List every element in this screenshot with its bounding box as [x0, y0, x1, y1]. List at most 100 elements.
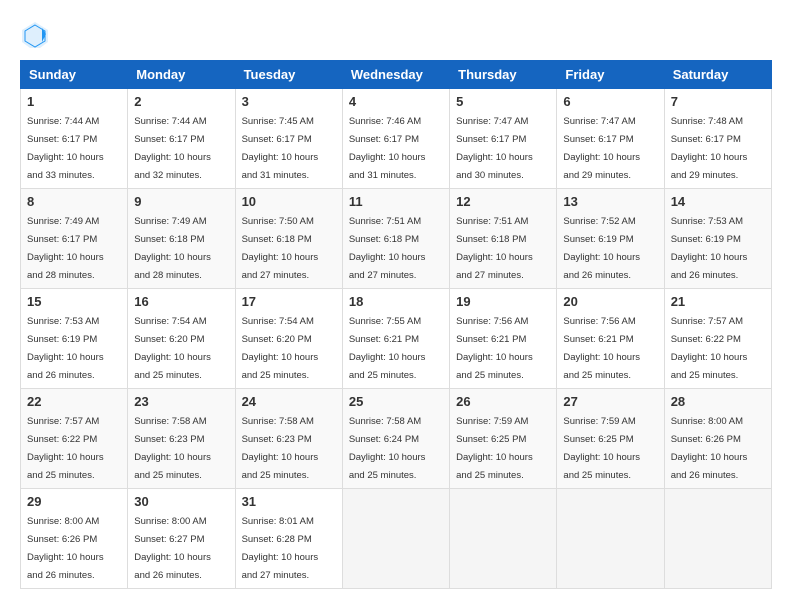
header-saturday: Saturday [664, 61, 771, 89]
calendar-cell: 6 Sunrise: 7:47 AMSunset: 6:17 PMDayligh… [557, 89, 664, 189]
header-friday: Friday [557, 61, 664, 89]
day-number: 7 [671, 94, 765, 109]
day-info: Sunrise: 7:49 AMSunset: 6:17 PMDaylight:… [27, 216, 104, 281]
calendar-cell: 5 Sunrise: 7:47 AMSunset: 6:17 PMDayligh… [450, 89, 557, 189]
day-info: Sunrise: 7:44 AMSunset: 6:17 PMDaylight:… [134, 116, 211, 181]
calendar-cell: 2 Sunrise: 7:44 AMSunset: 6:17 PMDayligh… [128, 89, 235, 189]
day-number: 31 [242, 494, 336, 509]
calendar-cell: 21 Sunrise: 7:57 AMSunset: 6:22 PMDaylig… [664, 289, 771, 389]
calendar-table: SundayMondayTuesdayWednesdayThursdayFrid… [20, 60, 772, 589]
calendar-cell: 12 Sunrise: 7:51 AMSunset: 6:18 PMDaylig… [450, 189, 557, 289]
day-number: 26 [456, 394, 550, 409]
day-info: Sunrise: 7:51 AMSunset: 6:18 PMDaylight:… [456, 216, 533, 281]
calendar-cell: 4 Sunrise: 7:46 AMSunset: 6:17 PMDayligh… [342, 89, 449, 189]
calendar-cell [342, 489, 449, 589]
calendar-cell: 11 Sunrise: 7:51 AMSunset: 6:18 PMDaylig… [342, 189, 449, 289]
day-info: Sunrise: 8:01 AMSunset: 6:28 PMDaylight:… [242, 516, 319, 581]
day-info: Sunrise: 7:51 AMSunset: 6:18 PMDaylight:… [349, 216, 426, 281]
day-number: 9 [134, 194, 228, 209]
day-info: Sunrise: 7:47 AMSunset: 6:17 PMDaylight:… [456, 116, 533, 181]
day-number: 18 [349, 294, 443, 309]
calendar-week-1: 1 Sunrise: 7:44 AMSunset: 6:17 PMDayligh… [21, 89, 772, 189]
day-number: 29 [27, 494, 121, 509]
calendar-cell: 13 Sunrise: 7:52 AMSunset: 6:19 PMDaylig… [557, 189, 664, 289]
day-info: Sunrise: 7:59 AMSunset: 6:25 PMDaylight:… [456, 416, 533, 481]
day-info: Sunrise: 7:58 AMSunset: 6:24 PMDaylight:… [349, 416, 426, 481]
calendar-cell: 1 Sunrise: 7:44 AMSunset: 6:17 PMDayligh… [21, 89, 128, 189]
day-number: 17 [242, 294, 336, 309]
day-info: Sunrise: 7:55 AMSunset: 6:21 PMDaylight:… [349, 316, 426, 381]
calendar-cell: 27 Sunrise: 7:59 AMSunset: 6:25 PMDaylig… [557, 389, 664, 489]
calendar-cell: 17 Sunrise: 7:54 AMSunset: 6:20 PMDaylig… [235, 289, 342, 389]
calendar-cell: 30 Sunrise: 8:00 AMSunset: 6:27 PMDaylig… [128, 489, 235, 589]
calendar-cell: 22 Sunrise: 7:57 AMSunset: 6:22 PMDaylig… [21, 389, 128, 489]
day-info: Sunrise: 7:54 AMSunset: 6:20 PMDaylight:… [134, 316, 211, 381]
calendar-cell: 14 Sunrise: 7:53 AMSunset: 6:19 PMDaylig… [664, 189, 771, 289]
calendar-cell: 9 Sunrise: 7:49 AMSunset: 6:18 PMDayligh… [128, 189, 235, 289]
day-number: 24 [242, 394, 336, 409]
day-number: 11 [349, 194, 443, 209]
day-number: 14 [671, 194, 765, 209]
calendar-cell: 31 Sunrise: 8:01 AMSunset: 6:28 PMDaylig… [235, 489, 342, 589]
calendar-week-5: 29 Sunrise: 8:00 AMSunset: 6:26 PMDaylig… [21, 489, 772, 589]
day-info: Sunrise: 7:57 AMSunset: 6:22 PMDaylight:… [27, 416, 104, 481]
day-number: 4 [349, 94, 443, 109]
calendar-week-4: 22 Sunrise: 7:57 AMSunset: 6:22 PMDaylig… [21, 389, 772, 489]
calendar-header-row: SundayMondayTuesdayWednesdayThursdayFrid… [21, 61, 772, 89]
header-monday: Monday [128, 61, 235, 89]
day-info: Sunrise: 7:50 AMSunset: 6:18 PMDaylight:… [242, 216, 319, 281]
day-number: 19 [456, 294, 550, 309]
day-number: 2 [134, 94, 228, 109]
calendar-cell: 23 Sunrise: 7:58 AMSunset: 6:23 PMDaylig… [128, 389, 235, 489]
calendar-week-2: 8 Sunrise: 7:49 AMSunset: 6:17 PMDayligh… [21, 189, 772, 289]
calendar-cell: 7 Sunrise: 7:48 AMSunset: 6:17 PMDayligh… [664, 89, 771, 189]
calendar-cell: 3 Sunrise: 7:45 AMSunset: 6:17 PMDayligh… [235, 89, 342, 189]
day-info: Sunrise: 7:49 AMSunset: 6:18 PMDaylight:… [134, 216, 211, 281]
day-info: Sunrise: 7:56 AMSunset: 6:21 PMDaylight:… [456, 316, 533, 381]
day-number: 16 [134, 294, 228, 309]
day-number: 30 [134, 494, 228, 509]
page-header [20, 20, 772, 50]
calendar-cell: 15 Sunrise: 7:53 AMSunset: 6:19 PMDaylig… [21, 289, 128, 389]
header-tuesday: Tuesday [235, 61, 342, 89]
calendar-cell [664, 489, 771, 589]
day-info: Sunrise: 7:58 AMSunset: 6:23 PMDaylight:… [242, 416, 319, 481]
header-sunday: Sunday [21, 61, 128, 89]
day-number: 10 [242, 194, 336, 209]
calendar-cell: 28 Sunrise: 8:00 AMSunset: 6:26 PMDaylig… [664, 389, 771, 489]
day-number: 6 [563, 94, 657, 109]
calendar-cell: 8 Sunrise: 7:49 AMSunset: 6:17 PMDayligh… [21, 189, 128, 289]
day-info: Sunrise: 7:53 AMSunset: 6:19 PMDaylight:… [27, 316, 104, 381]
day-number: 3 [242, 94, 336, 109]
day-number: 15 [27, 294, 121, 309]
calendar-cell [450, 489, 557, 589]
day-number: 23 [134, 394, 228, 409]
day-number: 25 [349, 394, 443, 409]
day-info: Sunrise: 7:46 AMSunset: 6:17 PMDaylight:… [349, 116, 426, 181]
calendar-cell: 10 Sunrise: 7:50 AMSunset: 6:18 PMDaylig… [235, 189, 342, 289]
day-info: Sunrise: 8:00 AMSunset: 6:26 PMDaylight:… [27, 516, 104, 581]
day-info: Sunrise: 7:54 AMSunset: 6:20 PMDaylight:… [242, 316, 319, 381]
calendar-cell: 18 Sunrise: 7:55 AMSunset: 6:21 PMDaylig… [342, 289, 449, 389]
calendar-cell: 24 Sunrise: 7:58 AMSunset: 6:23 PMDaylig… [235, 389, 342, 489]
day-info: Sunrise: 8:00 AMSunset: 6:27 PMDaylight:… [134, 516, 211, 581]
day-number: 5 [456, 94, 550, 109]
day-number: 21 [671, 294, 765, 309]
header-thursday: Thursday [450, 61, 557, 89]
day-info: Sunrise: 7:44 AMSunset: 6:17 PMDaylight:… [27, 116, 104, 181]
calendar-cell: 26 Sunrise: 7:59 AMSunset: 6:25 PMDaylig… [450, 389, 557, 489]
calendar-cell: 19 Sunrise: 7:56 AMSunset: 6:21 PMDaylig… [450, 289, 557, 389]
day-number: 8 [27, 194, 121, 209]
day-info: Sunrise: 7:57 AMSunset: 6:22 PMDaylight:… [671, 316, 748, 381]
day-number: 28 [671, 394, 765, 409]
header-wednesday: Wednesday [342, 61, 449, 89]
day-info: Sunrise: 7:45 AMSunset: 6:17 PMDaylight:… [242, 116, 319, 181]
day-info: Sunrise: 7:47 AMSunset: 6:17 PMDaylight:… [563, 116, 640, 181]
calendar-cell: 16 Sunrise: 7:54 AMSunset: 6:20 PMDaylig… [128, 289, 235, 389]
calendar-cell: 20 Sunrise: 7:56 AMSunset: 6:21 PMDaylig… [557, 289, 664, 389]
day-number: 1 [27, 94, 121, 109]
day-info: Sunrise: 7:59 AMSunset: 6:25 PMDaylight:… [563, 416, 640, 481]
calendar-cell: 29 Sunrise: 8:00 AMSunset: 6:26 PMDaylig… [21, 489, 128, 589]
logo-icon [20, 20, 50, 50]
day-number: 20 [563, 294, 657, 309]
